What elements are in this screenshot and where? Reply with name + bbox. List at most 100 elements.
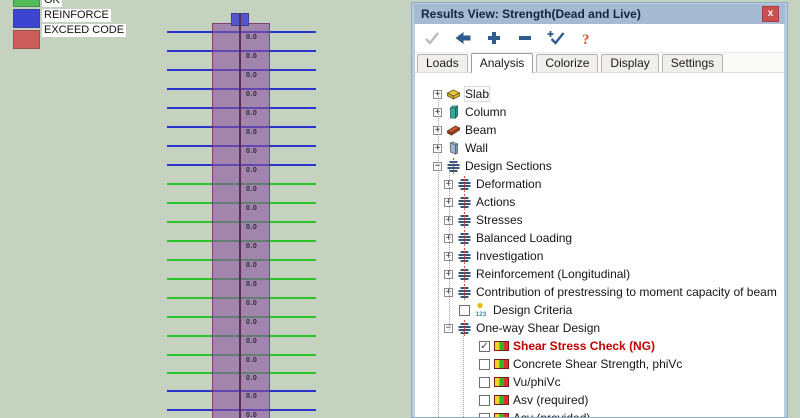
tree-item-concrete-shear-strength-phivc[interactable]: Concrete Shear Strength, phiVc	[415, 355, 784, 373]
legend-swatch-reinforce	[13, 9, 40, 28]
tree-item-label: Design Sections	[465, 159, 552, 173]
tree-item-label: Column	[465, 105, 506, 119]
tree-item-deformation[interactable]: +Deformation	[415, 175, 784, 193]
checkbox-unchecked[interactable]	[479, 377, 490, 388]
panel-toolbar: ?	[415, 24, 784, 53]
design-section-icon	[457, 284, 472, 300]
tree-item-label: One-way Shear Design	[476, 321, 600, 335]
tab-settings[interactable]: Settings	[662, 54, 723, 72]
floor-value: 0.0	[246, 148, 257, 155]
floor-value: 0.0	[246, 91, 257, 98]
checkbox-unchecked[interactable]	[459, 305, 470, 316]
tree-item-one-way-shear-design[interactable]: −One-way Shear Design	[415, 319, 784, 337]
checkbox-unchecked[interactable]	[479, 359, 490, 370]
tree-item-shear-stress-check-ng[interactable]: ✓ Shear Stress Check (NG)	[415, 337, 784, 355]
tree-connector	[463, 331, 464, 417]
tree-item-label: Asv (provided)	[513, 411, 590, 417]
slab-icon	[446, 86, 461, 102]
panel-title: Results View: Strength(Dead and Live)	[421, 7, 641, 21]
tree-item-label: Design Criteria	[493, 303, 572, 317]
floor-value: 0.0	[246, 357, 257, 364]
svg-text:?: ?	[582, 32, 590, 46]
design-section-icon	[457, 230, 472, 246]
help-icon[interactable]: ?	[576, 29, 598, 47]
legend-label: OK	[42, 0, 62, 7]
colorbar-icon	[494, 338, 509, 354]
tree-item-column[interactable]: +Column	[415, 103, 784, 121]
tree-item-investigation[interactable]: +Investigation	[415, 247, 784, 265]
tree-connector	[438, 93, 439, 417]
tree-item-label: Contribution of prestressing to moment c…	[476, 285, 777, 299]
design-section-icon	[457, 176, 472, 192]
panel-body: ? LoadsAnalysisColorizeDisplaySettings +…	[415, 24, 784, 417]
tab-display[interactable]: Display	[601, 54, 658, 72]
floor-value: 0.0	[246, 262, 257, 269]
floor-value: 0.0	[246, 186, 257, 193]
tree-item-label: Shear Stress Check (NG)	[513, 339, 655, 353]
tab-loads[interactable]: Loads	[417, 54, 468, 72]
tree-item-design-criteria[interactable]: 123 Design Criteria	[415, 301, 784, 319]
design-section-icon	[457, 320, 472, 336]
checkbox-unchecked[interactable]	[479, 413, 490, 418]
tree-item-label: Slab	[465, 87, 489, 101]
close-icon[interactable]: x	[762, 6, 779, 22]
floor-value: 0.0	[246, 393, 257, 400]
colorbar-icon	[494, 374, 509, 390]
floor-value: 0.0	[246, 375, 257, 382]
results-tree: +Slab+Column+Beam+Wall−Design Sections+D…	[415, 73, 784, 417]
floor-value: 0.0	[246, 319, 257, 326]
remove-icon[interactable]	[514, 29, 536, 47]
tree-item-slab[interactable]: +Slab	[415, 85, 784, 103]
floor-value: 0.0	[246, 338, 257, 345]
tree-item-design-sections[interactable]: −Design Sections	[415, 157, 784, 175]
tree-item-wall[interactable]: +Wall	[415, 139, 784, 157]
tree-item-balanced-loading[interactable]: +Balanced Loading	[415, 229, 784, 247]
colorbar-icon	[494, 410, 509, 417]
tree-connector	[449, 169, 450, 330]
wall-elevation	[212, 23, 270, 418]
floor-value: 0.0	[246, 224, 257, 231]
legend-swatch-exceed-code	[13, 30, 40, 49]
tree-item-beam[interactable]: +Beam	[415, 121, 784, 139]
tree-item-label: Asv (required)	[513, 393, 588, 407]
floor-value: 0.0	[246, 412, 257, 418]
checkbox-unchecked[interactable]	[479, 395, 490, 406]
floor-value: 0.0	[246, 205, 257, 212]
column-centerline	[239, 14, 241, 418]
tree-item-vu-phivc[interactable]: Vu/phiVc	[415, 373, 784, 391]
design-section-icon	[457, 266, 472, 282]
add-icon[interactable]	[483, 29, 505, 47]
tree-item-asv-required[interactable]: Asv (required)	[415, 391, 784, 409]
panel-tabs: LoadsAnalysisColorizeDisplaySettings	[415, 53, 784, 73]
beam-icon	[446, 122, 461, 138]
floor-value: 0.0	[246, 34, 257, 41]
floor-value: 0.0	[246, 53, 257, 60]
tab-analysis[interactable]: Analysis	[471, 53, 534, 73]
design-criteria-icon: 123	[474, 302, 489, 318]
tree-item-label: Beam	[465, 123, 496, 137]
tree-item-actions[interactable]: +Actions	[415, 193, 784, 211]
tree-item-label: Vu/phiVc	[513, 375, 561, 389]
floor-value: 0.0	[246, 243, 257, 250]
floor-value: 0.0	[246, 129, 257, 136]
tree-item-stresses[interactable]: +Stresses	[415, 211, 784, 229]
tab-colorize[interactable]: Colorize	[536, 54, 598, 72]
tree-item-label: Concrete Shear Strength, phiVc	[513, 357, 682, 371]
tree-item-label: Wall	[465, 141, 488, 155]
panel-titlebar[interactable]: Results View: Strength(Dead and Live) x	[414, 4, 785, 24]
tree-item-reinforcement-longitudinal[interactable]: +Reinforcement (Longitudinal)	[415, 265, 784, 283]
checkbox-checked[interactable]: ✓	[479, 341, 490, 352]
confirm-check-icon[interactable]	[421, 29, 443, 47]
floor-value: 0.0	[246, 167, 257, 174]
colorbar-icon	[494, 392, 509, 408]
apply-check-icon[interactable]	[545, 29, 567, 47]
legend-swatch-ok	[13, 0, 40, 7]
tree-item-asv-provided[interactable]: Asv (provided)	[415, 409, 784, 417]
tree-item-contribution-of-prestressing-to-moment-capacity-of-beam[interactable]: +Contribution of prestressing to moment …	[415, 283, 784, 301]
design-section-icon	[457, 194, 472, 210]
back-arrow-icon[interactable]	[452, 29, 474, 47]
legend-label: EXCEED CODE	[42, 24, 126, 37]
column-icon	[446, 104, 461, 120]
tree-item-label: Actions	[476, 195, 515, 209]
colorbar-icon	[494, 356, 509, 372]
